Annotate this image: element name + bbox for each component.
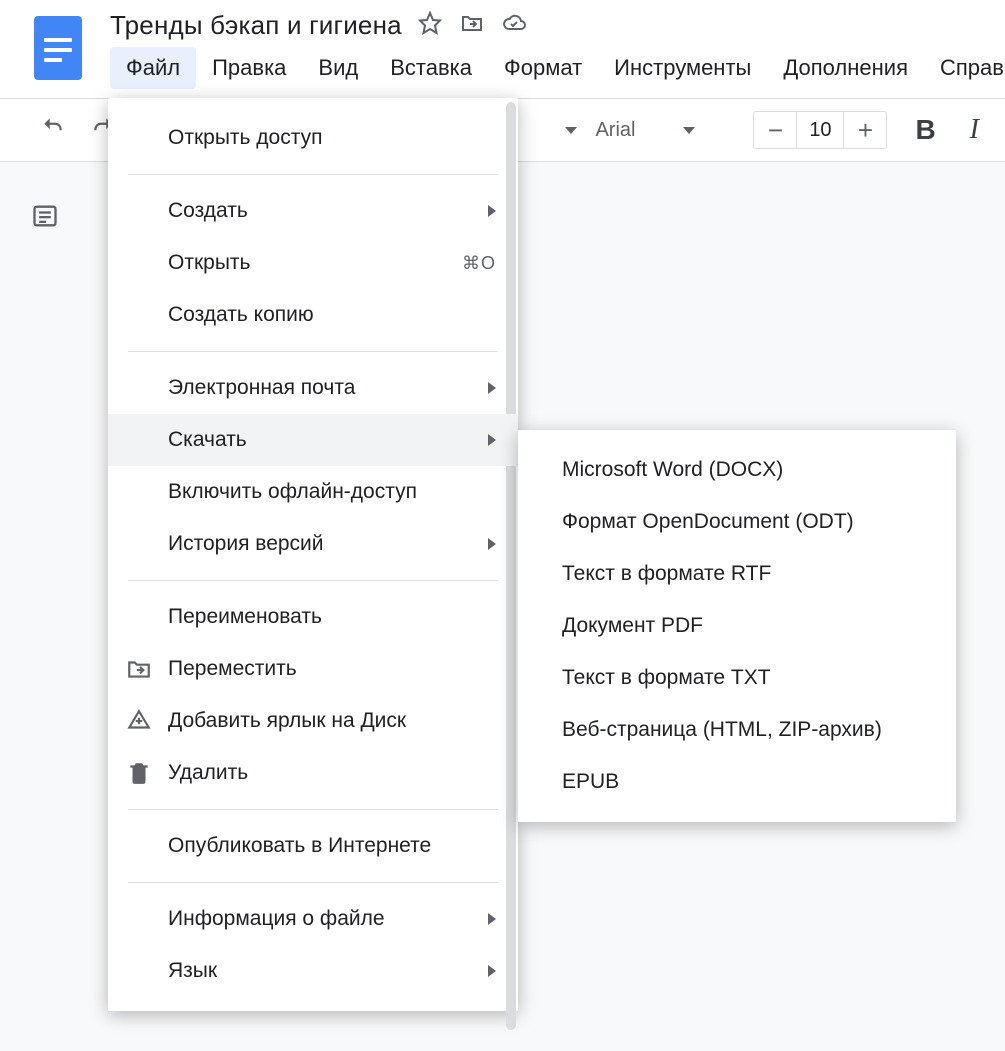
menu-item-label: Электронная почта <box>168 376 355 400</box>
menu-separator <box>128 882 498 883</box>
download-epub[interactable]: EPUB <box>518 756 956 808</box>
menu-item-open[interactable]: Открыть ⌘O <box>108 237 518 289</box>
menu-separator <box>128 174 498 175</box>
docs-logo-icon[interactable] <box>34 16 82 80</box>
menu-item-label: Удалить <box>168 761 248 785</box>
menu-format[interactable]: Формат <box>488 47 598 89</box>
move-icon <box>126 656 152 682</box>
menu-item-move[interactable]: Переместить <box>108 643 518 695</box>
menubar: Файл Правка Вид Вставка Формат Инструмен… <box>110 47 1005 89</box>
menu-item-label: Включить офлайн-доступ <box>168 480 417 504</box>
menu-item-label: Скачать <box>168 428 247 452</box>
menu-item-label: Текст в формате RTF <box>562 562 771 586</box>
menu-item-label: EPUB <box>562 770 619 794</box>
menu-item-file-info[interactable]: Информация о файле <box>108 893 518 945</box>
font-size-decrease-button[interactable]: − <box>754 112 796 148</box>
download-docx[interactable]: Microsoft Word (DOCX) <box>518 444 956 496</box>
menu-item-make-copy[interactable]: Создать копию <box>108 289 518 341</box>
bold-button[interactable]: B <box>905 114 945 146</box>
star-icon[interactable] <box>418 11 442 40</box>
submenu-caret-icon <box>488 538 496 550</box>
menu-item-label: Веб-страница (HTML, ZIP-архив) <box>562 718 882 742</box>
menu-item-publish[interactable]: Опубликовать в Интернете <box>108 820 518 872</box>
submenu-caret-icon <box>488 913 496 925</box>
menu-edit[interactable]: Правка <box>196 47 302 89</box>
menu-item-email[interactable]: Электронная почта <box>108 362 518 414</box>
menu-item-share[interactable]: Открыть доступ <box>108 112 518 164</box>
menu-item-label: Открыть доступ <box>168 126 322 150</box>
download-submenu: Microsoft Word (DOCX) Формат OpenDocumen… <box>518 430 956 822</box>
menu-item-label: Формат OpenDocument (ODT) <box>562 510 854 534</box>
menu-item-download[interactable]: Скачать <box>108 414 518 466</box>
menu-file[interactable]: Файл <box>110 47 196 89</box>
menu-item-label: Создать копию <box>168 303 314 327</box>
font-size-increase-button[interactable]: + <box>844 112 886 148</box>
document-title[interactable]: Тренды бэкап и гигиена <box>110 10 402 41</box>
drive-shortcut-icon <box>126 708 152 734</box>
menu-separator <box>128 809 498 810</box>
menu-tools[interactable]: Инструменты <box>598 47 767 89</box>
menu-item-shortcut: ⌘O <box>462 253 496 274</box>
cloud-status-icon[interactable] <box>502 11 526 40</box>
font-family-value: Arial <box>595 119 635 142</box>
menu-item-label: Язык <box>168 959 217 983</box>
submenu-caret-icon <box>488 205 496 217</box>
font-family-dropdown[interactable]: Arial <box>595 119 735 142</box>
submenu-caret-icon <box>488 382 496 394</box>
menu-item-label: Создать <box>168 199 248 223</box>
menu-item-label: Опубликовать в Интернете <box>168 834 431 858</box>
menu-item-label: Microsoft Word (DOCX) <box>562 458 783 482</box>
download-txt[interactable]: Текст в формате TXT <box>518 652 956 704</box>
menu-item-offline[interactable]: Включить офлайн-доступ <box>108 466 518 518</box>
file-menu-dropdown: Открыть доступ Создать Открыть ⌘O Создат… <box>108 98 518 1011</box>
menu-item-new[interactable]: Создать <box>108 185 518 237</box>
font-size-value[interactable]: 10 <box>796 112 844 148</box>
menu-item-language[interactable]: Язык <box>108 945 518 997</box>
menu-item-label: Открыть <box>168 251 250 275</box>
menu-item-label: Документ PDF <box>562 614 703 638</box>
trash-icon <box>126 760 152 786</box>
submenu-caret-icon <box>488 965 496 977</box>
menu-separator <box>128 351 498 352</box>
menu-view[interactable]: Вид <box>302 47 374 89</box>
paragraph-style-dropdown[interactable] <box>565 127 577 134</box>
menu-item-version-history[interactable]: История версий <box>108 518 518 570</box>
menu-item-add-shortcut[interactable]: Добавить ярлык на Диск <box>108 695 518 747</box>
titlebar: Тренды бэкап и гигиена Файл Правка Вид В… <box>0 0 1005 98</box>
download-odt[interactable]: Формат OpenDocument (ODT) <box>518 496 956 548</box>
menu-item-delete[interactable]: Удалить <box>108 747 518 799</box>
menu-item-label: Информация о файле <box>168 907 385 931</box>
menu-insert[interactable]: Вставка <box>374 47 488 89</box>
italic-button[interactable]: I <box>964 114 985 146</box>
move-to-folder-icon[interactable] <box>460 11 484 40</box>
menu-item-rename[interactable]: Переименовать <box>108 591 518 643</box>
menu-help[interactable]: Справка <box>924 47 1005 89</box>
menu-item-label: Текст в формате TXT <box>562 666 771 690</box>
font-size-stepper: − 10 + <box>753 111 887 149</box>
menu-item-label: Добавить ярлык на Диск <box>168 709 406 733</box>
download-rtf[interactable]: Текст в формате RTF <box>518 548 956 600</box>
menu-separator <box>128 580 498 581</box>
menu-addons[interactable]: Дополнения <box>767 47 924 89</box>
undo-icon[interactable] <box>40 114 66 146</box>
title-area: Тренды бэкап и гигиена Файл Правка Вид В… <box>110 10 1005 89</box>
menu-item-label: История версий <box>168 532 324 556</box>
menu-item-label: Переименовать <box>168 605 322 629</box>
download-pdf[interactable]: Документ PDF <box>518 600 956 652</box>
download-html[interactable]: Веб-страница (HTML, ZIP-архив) <box>518 704 956 756</box>
menu-item-label: Переместить <box>168 657 297 681</box>
submenu-caret-icon <box>488 434 496 446</box>
title-icons <box>418 11 526 40</box>
outline-icon[interactable] <box>28 217 62 234</box>
